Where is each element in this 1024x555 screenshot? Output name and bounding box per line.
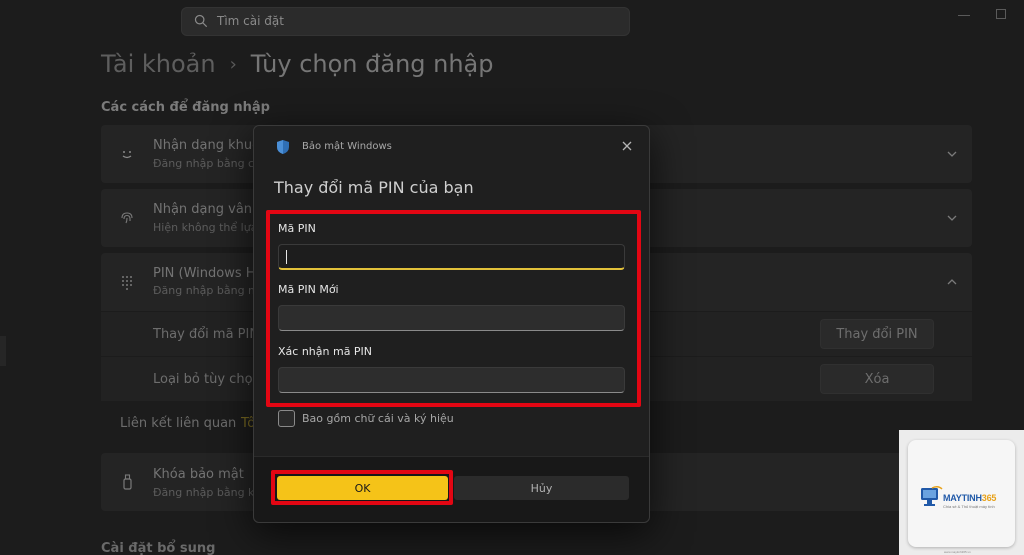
- chevron-down-icon: [947, 151, 957, 157]
- text-caret: [286, 250, 287, 264]
- settings-search-box[interactable]: Tìm cài đặt: [181, 7, 630, 36]
- option-title: Khóa bảo mật: [153, 467, 244, 482]
- section-title-sign-in-ways: Các cách để đăng nhập: [101, 100, 270, 115]
- include-letters-label: Bao gồm chữ cái và ký hiệu: [302, 412, 454, 425]
- option-subtitle: Đăng nhập bằng ca: [153, 157, 261, 170]
- new-pin-label: Mã PIN Mới: [278, 283, 339, 296]
- chevron-up-icon: [947, 279, 957, 285]
- cancel-button[interactable]: Hủy: [454, 476, 629, 500]
- related-links-label: Liên kết liên quan: [120, 416, 237, 431]
- minimize-button[interactable]: [958, 15, 970, 16]
- logo-brand: MAYTINH365: [943, 493, 996, 503]
- chevron-down-icon: [947, 215, 957, 221]
- logo-panel: MAYTINH365 Chia sẻ & Thủ thuật máy tính …: [908, 440, 1015, 554]
- logo-tagline: Chia sẻ & Thủ thuật máy tính: [943, 504, 995, 509]
- security-key-icon: [123, 474, 132, 490]
- option-title: Nhận dạng vân ta: [153, 202, 270, 217]
- remove-pin-button[interactable]: Xóa: [820, 364, 934, 394]
- search-icon: [194, 14, 208, 28]
- ok-button-highlight: [271, 470, 453, 505]
- include-letters-checkbox[interactable]: [278, 410, 295, 427]
- change-pin-button[interactable]: Thay đổi PIN: [820, 319, 934, 349]
- new-pin-input[interactable]: [278, 305, 625, 331]
- nav-edge-handle: [0, 336, 6, 366]
- confirm-pin-input[interactable]: [278, 367, 625, 393]
- dialog-heading: Thay đổi mã PIN của bạn: [274, 178, 474, 197]
- pin-remove-label: Loại bỏ tùy chọn: [153, 372, 261, 387]
- current-pin-label: Mã PIN: [278, 222, 316, 235]
- pin-keypad-icon: [122, 276, 132, 290]
- option-title: PIN (Windows He: [153, 266, 264, 281]
- breadcrumb: Tài khoản › Tùy chọn đăng nhập: [101, 50, 494, 78]
- close-icon[interactable]: [620, 139, 634, 153]
- watermark-logo: MAYTINH365 Chia sẻ & Thủ thuật máy tính …: [899, 430, 1024, 555]
- option-title: Nhận dạng khuôn: [153, 138, 269, 153]
- logo-brand-number: 365: [981, 493, 997, 503]
- current-pin-input[interactable]: [278, 244, 625, 270]
- windows-security-shield-icon: [277, 140, 289, 154]
- monitor-logo-icon: [921, 485, 943, 506]
- change-pin-dialog: Bảo mật Windows Thay đổi mã PIN của bạn …: [253, 125, 650, 523]
- logo-brand-main: MAYTINH: [943, 493, 982, 503]
- option-subtitle: Đăng nhập bằng kh: [153, 486, 262, 499]
- search-placeholder: Tìm cài đặt: [217, 14, 284, 28]
- option-subtitle: Hiện không thể lựa: [153, 221, 258, 234]
- pin-change-label: Thay đổi mã PIN: [153, 327, 260, 342]
- option-subtitle: Đăng nhập bằng m: [153, 284, 259, 297]
- section-title-additional: Cài đặt bổ sung: [101, 541, 216, 555]
- confirm-pin-label: Xác nhận mã PIN: [278, 345, 373, 358]
- dialog-app-title: Bảo mật Windows: [302, 141, 392, 152]
- page-title: Tùy chọn đăng nhập: [250, 50, 494, 78]
- restore-button[interactable]: [996, 9, 1006, 19]
- logo-url: www.maytinh365.vn: [944, 550, 971, 554]
- chevron-right-icon: ›: [229, 53, 237, 75]
- face-icon: [122, 151, 132, 159]
- fingerprint-icon: [121, 212, 133, 224]
- breadcrumb-parent[interactable]: Tài khoản: [101, 50, 216, 78]
